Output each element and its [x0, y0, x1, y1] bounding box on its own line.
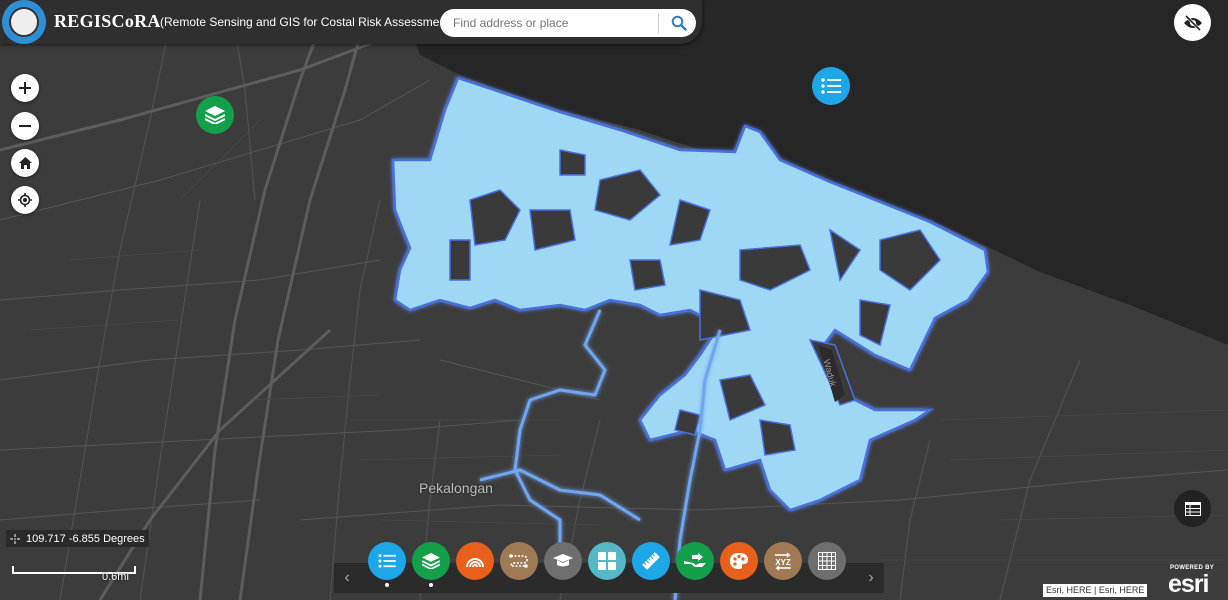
zoom-out-button[interactable] — [11, 112, 39, 140]
attribute-table-button[interactable] — [1174, 490, 1211, 527]
search-icon — [671, 15, 687, 31]
tool-dashboard[interactable] — [588, 542, 626, 580]
university-seal-icon — [9, 7, 39, 37]
grid-icon — [598, 552, 616, 570]
tool-layer-list[interactable] — [412, 542, 450, 580]
toolbar-prev-button[interactable]: ‹ — [336, 563, 358, 593]
svg-text:XYZ: XYZ — [775, 558, 791, 567]
search-input[interactable] — [440, 9, 652, 37]
tool-basemap-gallery[interactable] — [456, 542, 494, 580]
route-icon — [509, 554, 528, 568]
home-button[interactable] — [11, 149, 39, 177]
app-logo[interactable] — [2, 0, 46, 44]
layers-icon — [422, 553, 440, 569]
app-header: REGISCoRA (Remote Sensing and GIS for Co… — [0, 0, 702, 44]
toolbar-next-button[interactable]: › — [860, 563, 882, 593]
palette-icon — [730, 553, 748, 569]
tool-coordinate-conversion[interactable]: XYZ — [764, 542, 802, 580]
locate-icon — [18, 193, 32, 207]
esri-wordmark: esri — [1168, 570, 1209, 598]
city-label: Pekalongan — [419, 480, 493, 496]
ruler-icon — [642, 552, 660, 570]
eye-slash-icon — [1183, 14, 1202, 31]
share-icon — [684, 553, 706, 567]
crosshair-icon[interactable] — [8, 532, 22, 546]
tool-draw[interactable] — [720, 542, 758, 580]
tool-legend-active-dot — [385, 583, 389, 587]
legend-button[interactable] — [812, 67, 850, 105]
tool-grid[interactable] — [808, 542, 846, 580]
app-subtitle: (Remote Sensing and GIS for Costal Risk … — [160, 15, 454, 29]
map-view[interactable] — [0, 0, 1228, 600]
minus-icon — [19, 125, 31, 127]
zoom-in-button[interactable] — [11, 74, 39, 102]
list-icon — [821, 78, 841, 94]
esri-logo[interactable]: POWERED BY esri — [1164, 564, 1224, 598]
search-widget — [440, 9, 696, 37]
tool-directions[interactable] — [500, 542, 538, 580]
home-icon — [18, 157, 32, 169]
table-icon — [1184, 501, 1201, 516]
tool-measurement[interactable] — [632, 542, 670, 580]
scale-label: 0.6mi — [102, 571, 129, 583]
tool-share[interactable] — [676, 542, 714, 580]
coordinate-readout: 109.717 -6.855 Degrees — [26, 532, 145, 545]
tool-about[interactable] — [544, 542, 582, 580]
plus-icon — [19, 82, 31, 94]
app-title: REGISCoRA — [54, 11, 161, 31]
list-icon — [378, 554, 396, 568]
coordinate-widget: 109.717 -6.855 Degrees — [6, 530, 149, 547]
tool-layer-list-active-dot — [429, 583, 433, 587]
layer-list-button[interactable] — [196, 96, 234, 134]
locate-button[interactable] — [11, 186, 39, 214]
search-divider — [658, 13, 659, 33]
map-attribution[interactable]: Esri, HERE | Esri, HERE — [1043, 584, 1148, 597]
tool-legend[interactable] — [368, 542, 406, 580]
graduation-cap-icon — [553, 554, 573, 567]
layers-icon — [205, 106, 225, 124]
hide-ui-button[interactable] — [1174, 4, 1211, 41]
xyz-icon: XYZ — [775, 552, 791, 571]
table-grid-icon — [818, 552, 836, 570]
rainbow-icon — [466, 558, 484, 568]
search-button[interactable] — [662, 9, 696, 37]
